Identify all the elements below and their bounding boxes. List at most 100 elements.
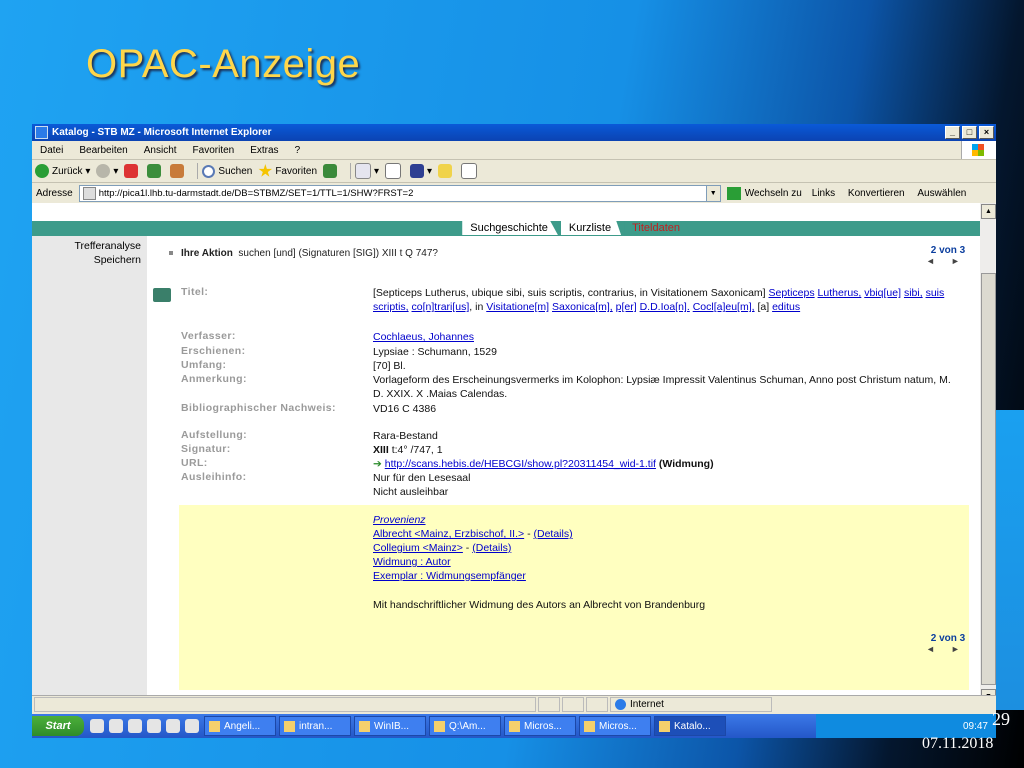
quicklaunch-icon[interactable] <box>90 719 104 733</box>
taskbar-item-active[interactable]: Katalo... <box>654 716 726 736</box>
titel-link[interactable]: Saxonica[m], <box>552 301 613 313</box>
quicklaunch-icon[interactable] <box>147 719 161 733</box>
taskbar-item[interactable]: Micros... <box>579 716 651 736</box>
forward-button[interactable]: ▾ <box>96 164 118 178</box>
taskbar-item[interactable]: intran... <box>279 716 351 736</box>
vertical-scrollbar[interactable]: ▲ ▼ <box>980 203 996 705</box>
details-link[interactable]: (Details) <box>534 528 573 540</box>
ausleih-1: Nur für den Lesesaal <box>373 472 471 484</box>
pager-next[interactable]: ► <box>951 256 976 266</box>
page-icon <box>82 186 96 200</box>
prov-4-link[interactable]: Exemplar : Widmungsempfänger <box>373 570 526 582</box>
taskbar-item[interactable]: Q:\Am... <box>429 716 501 736</box>
word-button[interactable]: ▾ <box>410 164 432 178</box>
titel-link[interactable]: p[er] <box>616 301 637 313</box>
quicklaunch-icon[interactable] <box>109 719 123 733</box>
menu-ansicht[interactable]: Ansicht <box>136 145 185 156</box>
back-button[interactable]: Zurück ▾ <box>35 164 90 178</box>
convert-button[interactable]: Konvertieren <box>848 188 905 199</box>
go-button[interactable]: Wechseln zu <box>726 186 802 200</box>
go-label: Wechseln zu <box>744 187 802 199</box>
slide-number: 29 <box>992 709 1010 729</box>
start-button[interactable]: Start <box>32 716 84 736</box>
titel-link[interactable]: editus <box>772 301 800 313</box>
provenienz-link[interactable]: Provenienz <box>373 514 426 526</box>
nachweis-value: VD16 C 4386 <box>373 403 437 415</box>
quicklaunch-icon[interactable] <box>128 719 142 733</box>
bullet-icon <box>169 251 173 256</box>
quicklaunch-icon[interactable] <box>166 719 180 733</box>
menu-favoriten[interactable]: Favoriten <box>185 145 243 156</box>
favorites-button[interactable]: Favoriten <box>258 164 317 178</box>
scroll-up-button[interactable]: ▲ <box>981 204 996 219</box>
sidebar-item-speichern[interactable]: Speichern <box>32 254 147 266</box>
verfasser-link[interactable]: Cochlaeus, Johannes <box>373 331 474 343</box>
app-icon <box>359 720 370 732</box>
titel-link[interactable]: Cocl[a]eu[m], <box>693 301 755 313</box>
titel-link[interactable]: vbiq[ue] <box>864 287 901 299</box>
taskbar-item[interactable]: Angeli... <box>204 716 276 736</box>
aufstellung-value: Rara-Bestand <box>373 430 438 442</box>
pager-prev[interactable]: ◄ <box>926 256 951 266</box>
taskbar-item[interactable]: WinIB... <box>354 716 426 736</box>
messenger-button[interactable] <box>461 163 480 179</box>
tab-kurzliste[interactable]: Kurzliste <box>560 221 622 235</box>
url-value: ➔ http://scans.hebis.de/HEBCGI/show.pl?2… <box>373 457 963 471</box>
menu-bearbeiten[interactable]: Bearbeiten <box>71 145 135 156</box>
tab-titeldaten[interactable]: Titeldaten <box>624 221 690 235</box>
address-url[interactable]: http://pica1l.lhb.tu-darmstadt.de/DB=STB… <box>99 188 706 199</box>
stop-button[interactable] <box>124 164 141 178</box>
taskbar-item[interactable]: Micros... <box>504 716 576 736</box>
quicklaunch-icon[interactable] <box>185 719 199 733</box>
prov-1-link[interactable]: Albrecht <Mainz, Erzbischof, II.> <box>373 528 524 540</box>
address-bar: Adresse http://pica1l.lhb.tu-darmstadt.d… <box>32 183 996 204</box>
titel-link[interactable]: suis <box>926 287 945 299</box>
close-button[interactable]: × <box>979 126 994 139</box>
minimize-button[interactable]: _ <box>945 126 960 139</box>
mail-button[interactable]: ▾ <box>355 163 379 179</box>
menu-datei[interactable]: Datei <box>32 145 71 156</box>
home-icon <box>170 164 185 178</box>
sidebar-item-trefferanalyse[interactable]: Trefferanalyse <box>32 240 147 252</box>
home-button[interactable] <box>170 164 187 178</box>
titel-link[interactable]: sibi, <box>904 287 923 299</box>
forward-arrow-icon <box>96 164 111 178</box>
prov-row-3: Widmung : Autor <box>373 555 963 569</box>
app-icon <box>584 720 595 732</box>
titel-link[interactable]: Visitatione[m] <box>486 301 549 313</box>
refresh-button[interactable] <box>147 164 164 178</box>
links-button[interactable]: Links <box>812 188 835 199</box>
print-button[interactable] <box>385 163 404 179</box>
prov-3-link[interactable]: Widmung : Autor <box>373 556 451 568</box>
select-button[interactable]: Auswählen <box>917 188 966 199</box>
task-label: Micros... <box>599 720 637 732</box>
erschienen-value: Lypsiae : Schumann, 1529 <box>373 346 497 358</box>
history-button[interactable] <box>323 164 340 178</box>
umfang-label: Umfang: <box>181 359 227 371</box>
refresh-icon <box>147 164 162 178</box>
titel-link[interactable]: scriptis, <box>373 301 409 313</box>
url-link[interactable]: http://scans.hebis.de/HEBCGI/show.pl?203… <box>385 458 656 470</box>
search-button[interactable]: Suchen <box>202 164 253 178</box>
menu-extras[interactable]: Extras <box>242 145 286 156</box>
verfasser-label: Verfasser: <box>181 330 236 342</box>
prov-2-link[interactable]: Collegium <Mainz> <box>373 542 463 554</box>
note-icon <box>438 164 453 178</box>
maximize-button[interactable]: □ <box>962 126 977 139</box>
aufstellung-label: Aufstellung: <box>181 429 248 441</box>
titel-link[interactable]: D.D.Ioa[n]. <box>640 301 690 313</box>
address-dropdown[interactable]: ▼ <box>705 185 720 201</box>
pager-next[interactable]: ► <box>951 644 976 654</box>
address-input[interactable]: http://pica1l.lhb.tu-darmstadt.de/DB=STB… <box>78 184 721 202</box>
titel-link[interactable]: Septiceps <box>769 287 815 299</box>
book-icon <box>153 288 171 302</box>
details-link[interactable]: (Details) <box>472 542 511 554</box>
discuss-button[interactable] <box>438 164 455 178</box>
menu-help[interactable]: ? <box>287 145 309 156</box>
search-label: Suchen <box>218 165 253 177</box>
titel-link[interactable]: co[n]trari[us] <box>412 301 470 313</box>
scroll-thumb[interactable] <box>981 273 996 685</box>
pager-prev[interactable]: ◄ <box>926 644 951 654</box>
tab-suchgeschichte[interactable]: Suchgeschichte <box>462 221 558 235</box>
titel-link[interactable]: Lutherus, <box>818 287 862 299</box>
